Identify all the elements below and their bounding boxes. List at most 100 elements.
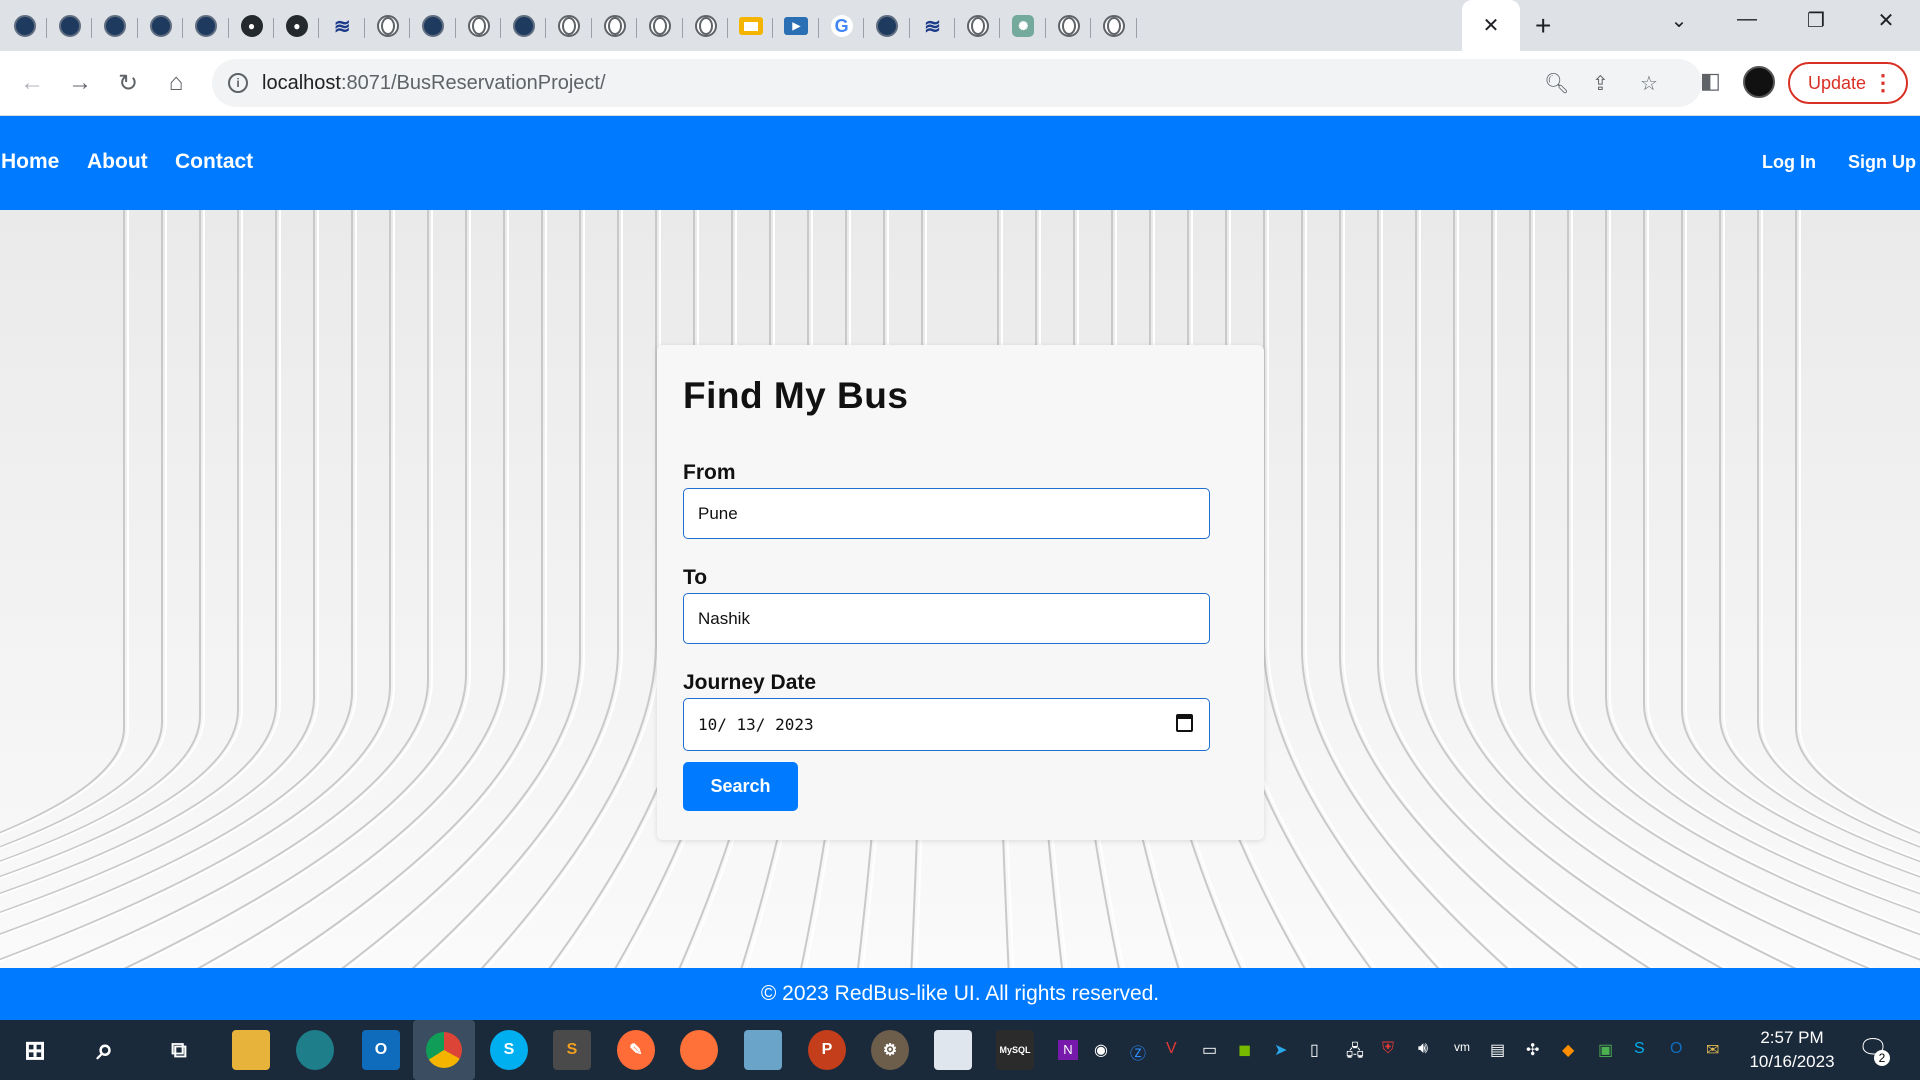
zoom-app-icon[interactable]: Ⓩ bbox=[1130, 1040, 1146, 1064]
search-icon[interactable]: ⌕ bbox=[86, 1030, 124, 1070]
new-tab-button[interactable]: + bbox=[1535, 10, 1551, 42]
active-tab[interactable]: ✕ bbox=[1462, 0, 1520, 51]
calendar-icon[interactable] bbox=[1176, 714, 1193, 732]
mysql-icon[interactable]: MySQL bbox=[996, 1030, 1034, 1070]
browser-tab[interactable] bbox=[638, 6, 683, 46]
powerpoint-icon[interactable]: P bbox=[808, 1030, 846, 1070]
nav-home-link[interactable]: Home bbox=[1, 150, 59, 174]
browser-tab[interactable] bbox=[1092, 6, 1137, 46]
globe-icon bbox=[558, 15, 581, 37]
browser-tab[interactable] bbox=[93, 6, 138, 46]
browser-tab[interactable] bbox=[411, 6, 456, 46]
mail-icon[interactable]: ✉ bbox=[1706, 1040, 1719, 1060]
update-button[interactable]: Update ⋮ bbox=[1788, 62, 1908, 104]
journey-date-input[interactable]: 10/ 13/ 2023 bbox=[683, 698, 1210, 751]
restore-button[interactable]: ❐ bbox=[1796, 8, 1836, 33]
browser-tab[interactable]: ≋ bbox=[910, 6, 955, 46]
browser-tab[interactable] bbox=[865, 6, 910, 46]
globe-dark-icon bbox=[195, 15, 218, 37]
browser-tab[interactable] bbox=[138, 6, 184, 46]
nvidia-icon[interactable]: ◼ bbox=[1238, 1040, 1251, 1060]
chatgpt-icon: ✺ bbox=[1012, 15, 1035, 37]
browser-tab[interactable]: ≋ bbox=[320, 6, 365, 46]
zoom-icon[interactable]: 🔍︎ bbox=[1544, 71, 1569, 96]
tray-device-icon[interactable]: ▭ bbox=[1202, 1040, 1217, 1060]
windows-start-icon[interactable]: ⊞ bbox=[16, 1030, 54, 1070]
video-icon: ▶ bbox=[784, 17, 809, 35]
tray-monitor-icon[interactable]: ▣ bbox=[1598, 1040, 1613, 1060]
menu-kebab-icon[interactable]: ⋮ bbox=[1872, 70, 1894, 96]
google-icon: G bbox=[830, 15, 853, 37]
network-icon[interactable]: 🖧︎ bbox=[1346, 1040, 1364, 1067]
nav-contact-link[interactable]: Contact bbox=[175, 150, 253, 174]
vm-icon[interactable]: vm bbox=[1454, 1040, 1470, 1054]
postman-icon[interactable]: ✎ bbox=[617, 1030, 655, 1070]
browser-tab[interactable] bbox=[955, 6, 1001, 46]
skype-tray-icon[interactable]: S bbox=[1634, 1040, 1645, 1058]
outlook-tray-icon[interactable]: O bbox=[1670, 1040, 1682, 1058]
globe-dark-icon bbox=[876, 15, 899, 37]
browser-tab[interactable] bbox=[456, 6, 501, 46]
browser-tab[interactable]: ● bbox=[229, 6, 274, 46]
tab-search-chevron-icon[interactable]: ⌄ bbox=[1659, 8, 1699, 33]
reload-icon[interactable]: ↻ bbox=[110, 65, 146, 101]
chrome-icon[interactable] bbox=[413, 1020, 475, 1080]
sync-icon[interactable]: ✣ bbox=[1526, 1040, 1539, 1060]
browser-tab[interactable] bbox=[365, 6, 411, 46]
settings-gear-icon[interactable]: ⚙ bbox=[871, 1030, 909, 1070]
window-app-icon[interactable] bbox=[934, 1030, 972, 1070]
browser-tab[interactable] bbox=[184, 6, 229, 46]
edge-icon[interactable] bbox=[296, 1030, 334, 1070]
browser-tab[interactable]: ✺ bbox=[1001, 6, 1046, 46]
from-input[interactable]: Pune bbox=[683, 488, 1210, 539]
minimize-button[interactable]: — bbox=[1727, 8, 1767, 31]
usb-icon[interactable]: ▯ bbox=[1310, 1040, 1319, 1060]
tab-close-icon[interactable]: ✕ bbox=[1483, 13, 1500, 38]
to-input[interactable]: Nashik bbox=[683, 593, 1210, 644]
forward-arrow-icon[interactable]: → bbox=[62, 65, 98, 101]
browser-tab[interactable]: G bbox=[819, 6, 865, 46]
browser-tab[interactable] bbox=[547, 6, 592, 46]
browser-tab[interactable]: ● bbox=[274, 6, 320, 46]
home-icon[interactable]: ⌂ bbox=[158, 65, 194, 101]
tray-chat-icon[interactable]: ▤ bbox=[1490, 1040, 1505, 1060]
address-bar[interactable]: i localhost:8071/BusReservationProject/ … bbox=[212, 59, 1702, 107]
sublime-icon[interactable]: S bbox=[553, 1030, 591, 1070]
onenote-icon[interactable]: N bbox=[1058, 1040, 1078, 1060]
taskbar-clock[interactable]: 2:57 PM 10/16/2023 bbox=[1742, 1026, 1842, 1074]
firefox-icon[interactable] bbox=[680, 1030, 718, 1070]
outlook-icon[interactable]: O bbox=[362, 1030, 400, 1070]
tray-v-icon[interactable]: V bbox=[1166, 1040, 1177, 1058]
browser-tab[interactable]: ▶ bbox=[774, 6, 819, 46]
window-close-button[interactable]: ✕ bbox=[1866, 8, 1906, 33]
nav-signup-link[interactable]: Sign Up bbox=[1848, 152, 1916, 173]
avatar[interactable] bbox=[1743, 66, 1775, 98]
nav-login-link[interactable]: Log In bbox=[1762, 152, 1816, 173]
tray-orange-icon[interactable]: ◆ bbox=[1562, 1040, 1574, 1060]
browser-tab[interactable] bbox=[2, 6, 47, 46]
browser-tab[interactable] bbox=[592, 6, 638, 46]
search-button[interactable]: Search bbox=[683, 762, 798, 811]
browser-tab[interactable] bbox=[1046, 6, 1092, 46]
browser-tab[interactable] bbox=[47, 6, 93, 46]
browser-tab[interactable] bbox=[728, 6, 774, 46]
telegram-icon[interactable]: ➤ bbox=[1274, 1040, 1287, 1060]
skype-icon[interactable]: S bbox=[490, 1030, 528, 1070]
file-explorer-icon[interactable] bbox=[232, 1030, 270, 1070]
browser-tab[interactable] bbox=[501, 6, 547, 46]
security-shield-icon[interactable]: ⛨ bbox=[1382, 1040, 1394, 1058]
nav-about-link[interactable]: About bbox=[87, 150, 148, 174]
side-panel-icon[interactable]: ◧ bbox=[1700, 68, 1721, 94]
site-info-icon[interactable]: i bbox=[228, 73, 248, 93]
globe-icon bbox=[376, 15, 399, 37]
browser-tab[interactable] bbox=[683, 6, 728, 46]
app-icon[interactable] bbox=[744, 1030, 782, 1070]
url-text[interactable]: localhost:8071/BusReservationProject/ bbox=[262, 72, 606, 95]
update-label: Update bbox=[1808, 72, 1867, 93]
volume-icon[interactable]: 🔊︎ bbox=[1418, 1040, 1428, 1058]
share-icon[interactable]: ⇪ bbox=[1592, 71, 1609, 96]
back-arrow-icon[interactable]: ← bbox=[14, 65, 50, 101]
task-view-icon[interactable]: ⧉ bbox=[160, 1030, 198, 1070]
bookmark-star-icon[interactable]: ☆ bbox=[1640, 71, 1658, 96]
tray-check-icon[interactable]: ◉ bbox=[1094, 1040, 1108, 1060]
